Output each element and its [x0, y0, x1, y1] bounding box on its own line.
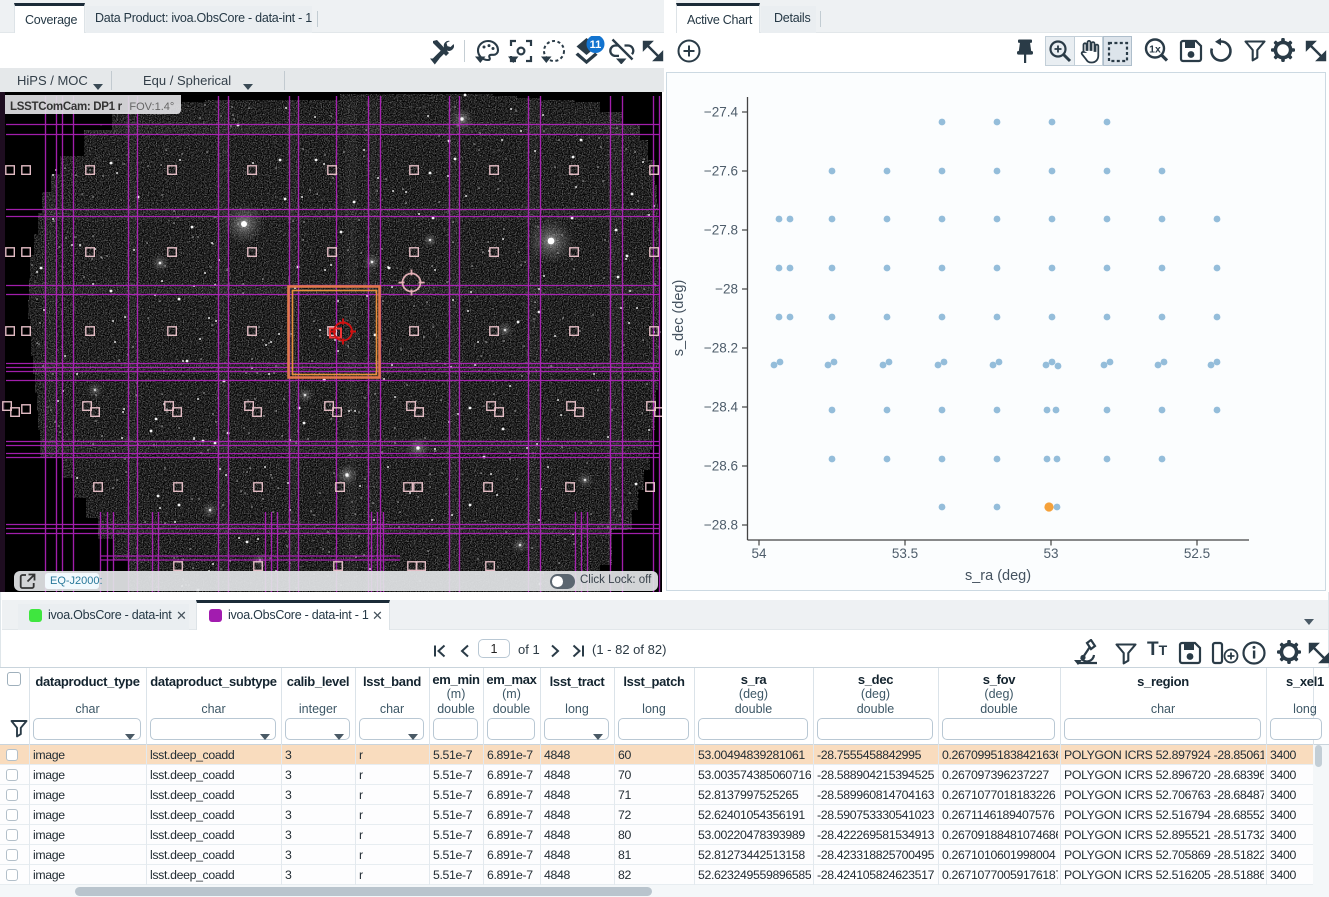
svg-text:−28: −28: [715, 282, 738, 297]
svg-text:−27.6: −27.6: [704, 164, 738, 179]
svg-text:52.5: 52.5: [1184, 546, 1210, 561]
svg-text:−28.4: −28.4: [704, 400, 739, 415]
svg-text:54: 54: [751, 546, 767, 561]
svg-text:−28.6: −28.6: [704, 459, 738, 474]
svg-text:−28.8: −28.8: [704, 518, 738, 533]
svg-text:−27.4: −27.4: [704, 105, 739, 120]
svg-text:11: 11: [590, 39, 602, 51]
svg-text:−28.2: −28.2: [704, 341, 738, 356]
svg-text:1x: 1x: [1149, 44, 1161, 56]
svg-text:53.5: 53.5: [892, 546, 918, 561]
svg-text:s_dec (deg): s_dec (deg): [671, 280, 687, 357]
svg-text:−27.8: −27.8: [704, 223, 738, 238]
svg-text:53: 53: [1043, 546, 1058, 561]
svg-text:s_ra (deg): s_ra (deg): [965, 568, 1031, 584]
